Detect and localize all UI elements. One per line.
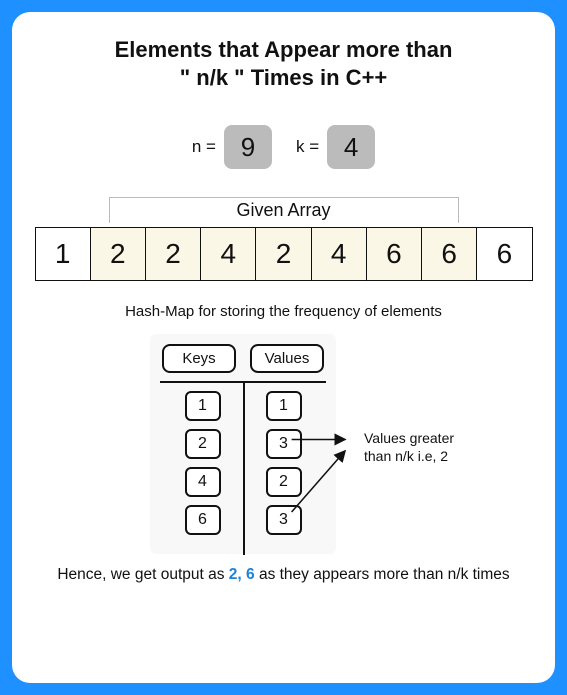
conclusion-suffix: as they appears more than n/k times: [255, 566, 510, 583]
key-cell: 1: [185, 391, 221, 421]
param-n-label: n =: [192, 137, 216, 157]
key-cell: 2: [185, 429, 221, 459]
array-cell: 6: [477, 228, 531, 280]
annotation-text: Values greater than n/k i.e, 2: [364, 430, 514, 465]
array-cell: 1: [36, 228, 91, 280]
param-k-label: k =: [296, 137, 319, 157]
values-header: Values: [250, 344, 324, 373]
content-card: Elements that Appear more than " n/k " T…: [12, 12, 555, 683]
keys-header: Keys: [162, 344, 236, 373]
hashmap-box: Keys Values 1 2 4 6 1 3 2 3: [150, 334, 336, 554]
hashmap-headers: Keys Values: [162, 344, 324, 373]
hashmap-caption: Hash-Map for storing the frequency of el…: [32, 303, 535, 320]
array-row: 122424666: [35, 227, 533, 281]
array-cell: 2: [146, 228, 201, 280]
value-cell: 2: [266, 467, 302, 497]
array-cell: 6: [367, 228, 422, 280]
hashmap-stage: Keys Values 1246 1323 Values g: [32, 334, 535, 564]
annotation-line-1: Values greater: [364, 430, 454, 446]
value-cell: 3: [266, 429, 302, 459]
param-n-value: 9: [241, 132, 255, 163]
given-array: Given Array 122424666: [35, 197, 533, 281]
key-cell: 4: [185, 467, 221, 497]
array-cell: 4: [201, 228, 256, 280]
array-cell: 6: [422, 228, 477, 280]
conclusion: Hence, we get output as 2, 6 as they app…: [32, 566, 535, 584]
value-cell: 3: [266, 505, 302, 535]
param-k-box: 4: [327, 125, 375, 169]
param-k-value: 4: [344, 132, 358, 163]
hashmap-body: 1 2 4 6 1 3 2 3: [162, 381, 324, 549]
value-cell: 1: [266, 391, 302, 421]
params-row: n = 9 k = 4: [32, 125, 535, 169]
array-cell: 4: [312, 228, 367, 280]
annotation-line-2: than n/k i.e, 2: [364, 448, 448, 464]
array-cell: 2: [256, 228, 311, 280]
values-column: 1 3 2 3: [243, 381, 324, 549]
param-n-box: 9: [224, 125, 272, 169]
conclusion-output: 2, 6: [229, 566, 255, 583]
array-cell: 2: [91, 228, 146, 280]
key-cell: 6: [185, 505, 221, 535]
param-n: n = 9: [192, 125, 272, 169]
array-caption: Given Array: [109, 197, 459, 223]
title-line-2: " n/k " Times in C++: [180, 65, 388, 90]
param-k: k = 4: [296, 125, 375, 169]
keys-column: 1 2 4 6: [162, 381, 243, 549]
hashmap-vline: [243, 381, 245, 555]
page-title: Elements that Appear more than " n/k " T…: [32, 36, 535, 91]
title-line-1: Elements that Appear more than: [115, 37, 453, 62]
conclusion-prefix: Hence, we get output as: [57, 566, 228, 583]
